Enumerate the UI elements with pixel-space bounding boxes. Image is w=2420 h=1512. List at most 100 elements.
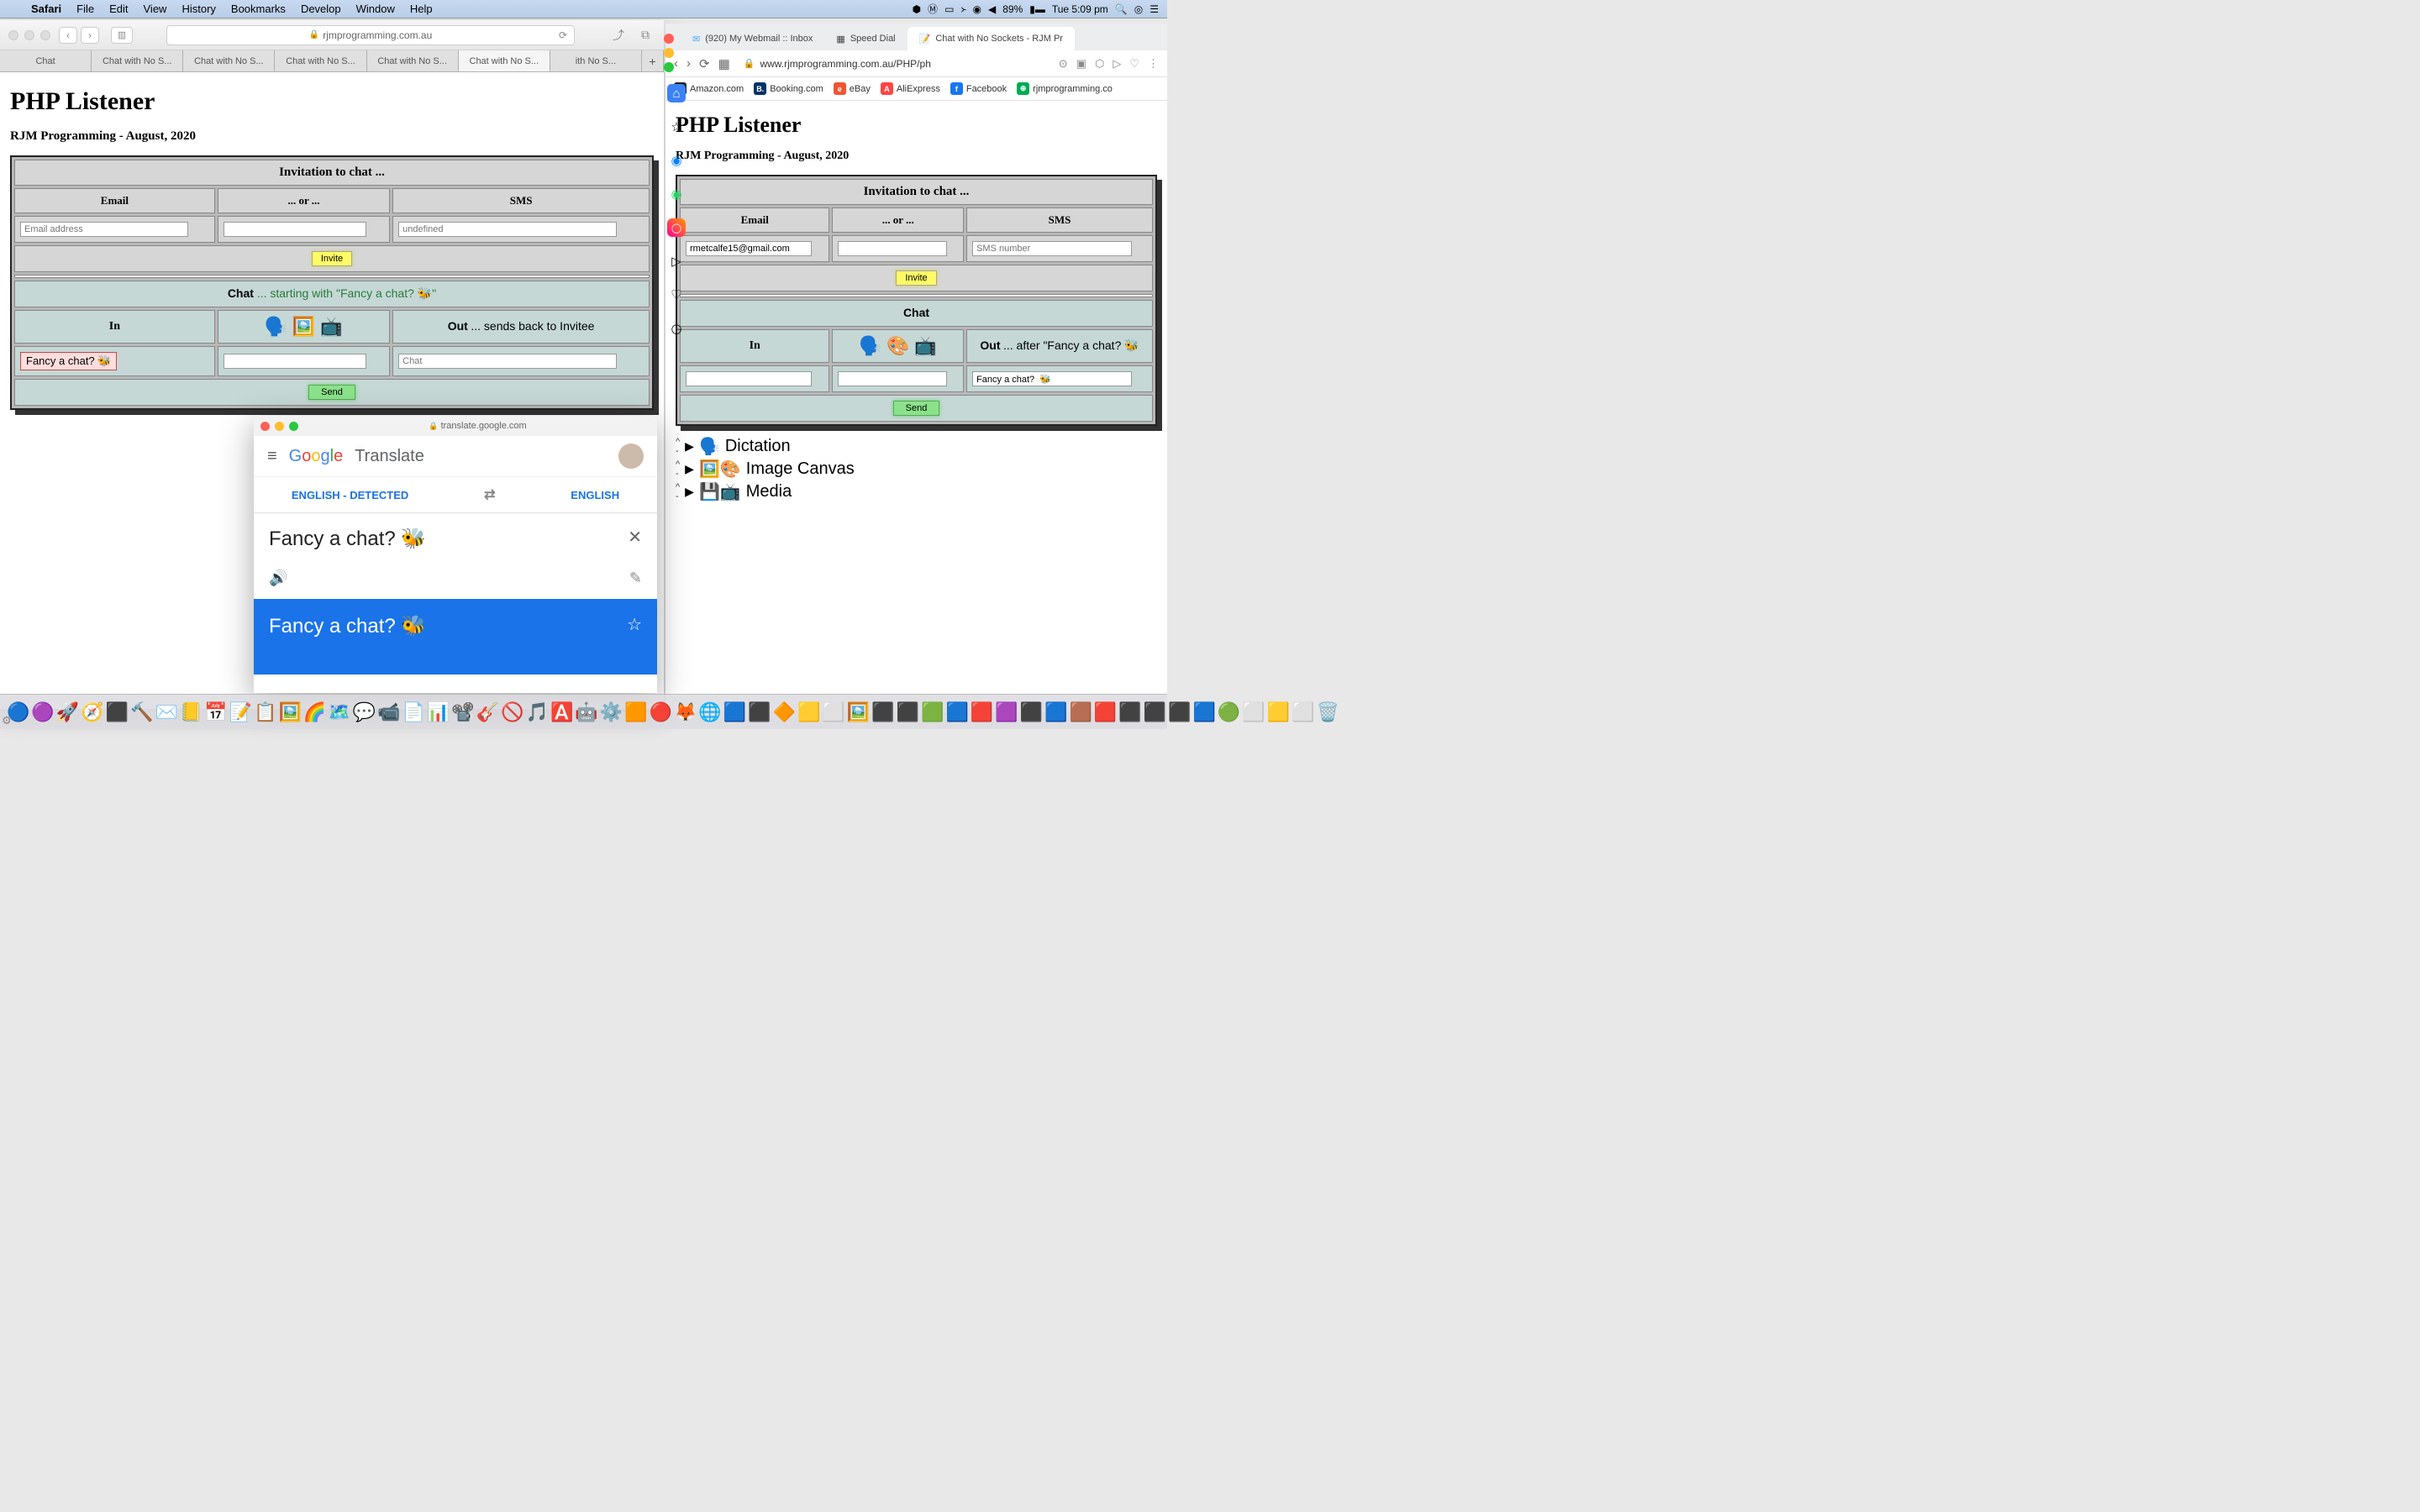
status-icon[interactable]: ⬢ xyxy=(913,3,921,15)
filezilla-icon[interactable]: 🟥 xyxy=(1094,700,1117,725)
siri-icon[interactable]: ◎ xyxy=(1134,3,1143,15)
translate-input[interactable]: Fancy a chat? 🐝 ✕ xyxy=(254,513,657,564)
pages-icon[interactable]: 📄 xyxy=(402,700,425,725)
airplay-icon[interactable]: ▭ xyxy=(944,3,954,15)
app-icon[interactable]: 🟦 xyxy=(1044,700,1067,725)
xcode-icon[interactable]: 🔨 xyxy=(130,700,153,725)
chat-icons[interactable]: 🗣️ 🖼️ 📺 xyxy=(218,310,390,344)
clock[interactable]: Tue 5:09 pm xyxy=(1052,3,1108,15)
safari-tab[interactable]: Chat with No S... xyxy=(92,50,183,71)
bookmark-item[interactable]: B.Booking.com xyxy=(754,82,823,95)
heart-icon[interactable]: ♡ xyxy=(1129,57,1139,71)
menu-app[interactable]: Safari xyxy=(24,3,69,15)
minimize-button[interactable] xyxy=(275,422,284,431)
facetime-icon[interactable]: 📹 xyxy=(377,700,400,725)
tabs-button[interactable]: ⧉ xyxy=(635,27,655,44)
heart-icon[interactable]: ♡ xyxy=(667,286,686,304)
app-icon[interactable]: ⬜ xyxy=(1292,700,1314,725)
forward-button[interactable]: › xyxy=(81,27,99,44)
launchpad-icon[interactable]: 🚀 xyxy=(56,700,79,725)
send-button[interactable]: Send xyxy=(308,385,355,400)
browser2-url[interactable]: 🔒 www.rjmprogramming.com.au/PHP/ph xyxy=(739,58,1050,70)
app-icon[interactable]: 🟨 xyxy=(797,700,820,725)
numbers-icon[interactable]: 📊 xyxy=(427,700,450,725)
app-icon[interactable]: ⬛ xyxy=(1020,700,1043,725)
invite-button[interactable]: Invite xyxy=(896,270,936,286)
app-icon[interactable]: 🟢 xyxy=(1218,700,1240,725)
menu-edit[interactable]: Edit xyxy=(102,3,135,15)
dashboard-icon[interactable]: ⬛ xyxy=(106,700,129,725)
bookmark-item[interactable]: ⊕rjmprogramming.co xyxy=(1017,82,1113,95)
status-icon[interactable]: Ⓜ xyxy=(928,2,938,16)
keynote-icon[interactable]: 📽️ xyxy=(451,700,474,725)
email-input[interactable] xyxy=(20,222,188,237)
browser2-tab-active[interactable]: 📝Chat with No Sockets - RJM Pr xyxy=(908,27,1075,50)
wifi-icon[interactable]: ◉ xyxy=(973,3,981,15)
back-button[interactable]: ‹ xyxy=(674,56,678,71)
safari-icon[interactable]: 🧭 xyxy=(81,700,103,725)
invite-button[interactable]: Invite xyxy=(312,251,352,266)
share-button[interactable]: ⤴ xyxy=(608,27,629,44)
appstore-icon[interactable]: 🅰️ xyxy=(550,700,573,725)
zoom-button[interactable] xyxy=(289,422,298,431)
zoom-button[interactable] xyxy=(664,62,674,72)
siri-icon[interactable]: 🟣 xyxy=(31,700,54,725)
browser2-tab[interactable]: ▦Speed Dial xyxy=(824,27,907,50)
new-tab-button[interactable]: + xyxy=(642,50,664,71)
menu-view[interactable]: View xyxy=(136,3,175,15)
source-lang[interactable]: ENGLISH - DETECTED xyxy=(292,489,408,501)
bluetooth-icon[interactable]: ᚛ xyxy=(960,3,965,15)
forward-button[interactable]: › xyxy=(687,56,691,71)
spotlight-icon[interactable]: 🔍 xyxy=(1115,3,1128,15)
app-icon[interactable]: ⬜ xyxy=(1242,700,1265,725)
settings-icon[interactable]: ⚙️ xyxy=(600,700,623,725)
instagram-icon[interactable]: ◯ xyxy=(667,218,686,237)
menu-history[interactable]: History xyxy=(174,3,223,15)
menu-icon[interactable]: ⋮ xyxy=(1148,57,1159,71)
close-button[interactable] xyxy=(8,30,18,40)
minimize-button[interactable] xyxy=(24,30,34,40)
email-input[interactable] xyxy=(686,241,812,256)
app-icon[interactable]: 🖼️ xyxy=(847,700,870,725)
app-icon[interactable]: 🟦 xyxy=(1193,700,1216,725)
block-icon[interactable]: 🚫 xyxy=(501,700,523,725)
photoshop-icon[interactable]: 🟦 xyxy=(723,700,746,725)
details-media[interactable]: ^-▶ 💾📺 Media xyxy=(676,481,1157,502)
firefox-icon[interactable]: 🦊 xyxy=(674,700,697,725)
bookmark-icon[interactable]: ☆ xyxy=(667,118,686,136)
messages-icon[interactable]: 💬 xyxy=(353,700,376,725)
details-image-canvas[interactable]: ^-▶ 🖼️🎨 Image Canvas xyxy=(676,459,1157,480)
app-icon[interactable]: ⬛ xyxy=(1168,700,1191,725)
bookmark-item[interactable]: eeBay xyxy=(834,82,871,95)
app-icon[interactable]: ⬜ xyxy=(822,700,844,725)
chat-mid-input[interactable] xyxy=(224,354,366,369)
bookmark-item[interactable]: AAliExpress xyxy=(881,82,940,95)
app-icon[interactable]: 🟩 xyxy=(921,700,944,725)
close-button[interactable] xyxy=(664,34,674,44)
app-icon[interactable]: ⬛ xyxy=(1144,700,1166,725)
safari-tab[interactable]: Chat with No S... xyxy=(275,50,366,71)
safari-tab[interactable]: ith No S... xyxy=(550,50,642,71)
swap-icon[interactable]: ⇄ xyxy=(484,486,495,503)
menu-help[interactable]: Help xyxy=(402,3,440,15)
safari-tab[interactable]: Chat with No S... xyxy=(367,50,459,71)
details-dictation[interactable]: ^-▶ 🗣️ Dictation xyxy=(676,436,1157,457)
avatar[interactable] xyxy=(618,444,644,469)
back-button[interactable]: ‹ xyxy=(59,27,77,44)
minimize-button[interactable] xyxy=(664,48,674,58)
history-icon[interactable]: ◷ xyxy=(667,319,686,338)
maps-icon[interactable]: 🗺️ xyxy=(328,700,350,725)
sms-input[interactable] xyxy=(972,241,1132,256)
itunes-icon[interactable]: 🎵 xyxy=(526,700,549,725)
garageband-icon[interactable]: 🎸 xyxy=(476,700,499,725)
automator-icon[interactable]: 🤖 xyxy=(575,700,597,725)
close-button[interactable] xyxy=(260,422,270,431)
chat-out-input[interactable] xyxy=(972,371,1132,386)
volume-icon[interactable]: ◀ xyxy=(988,3,996,15)
notes-icon[interactable]: 📝 xyxy=(229,700,252,725)
browser2-tab[interactable]: ✉(920) My Webmail :: Inbox xyxy=(681,27,824,50)
or-input[interactable] xyxy=(224,222,366,237)
sms-input[interactable] xyxy=(398,222,617,237)
app-icon[interactable]: 🟧 xyxy=(624,700,647,725)
reload-button[interactable]: ⟳ xyxy=(559,29,567,41)
